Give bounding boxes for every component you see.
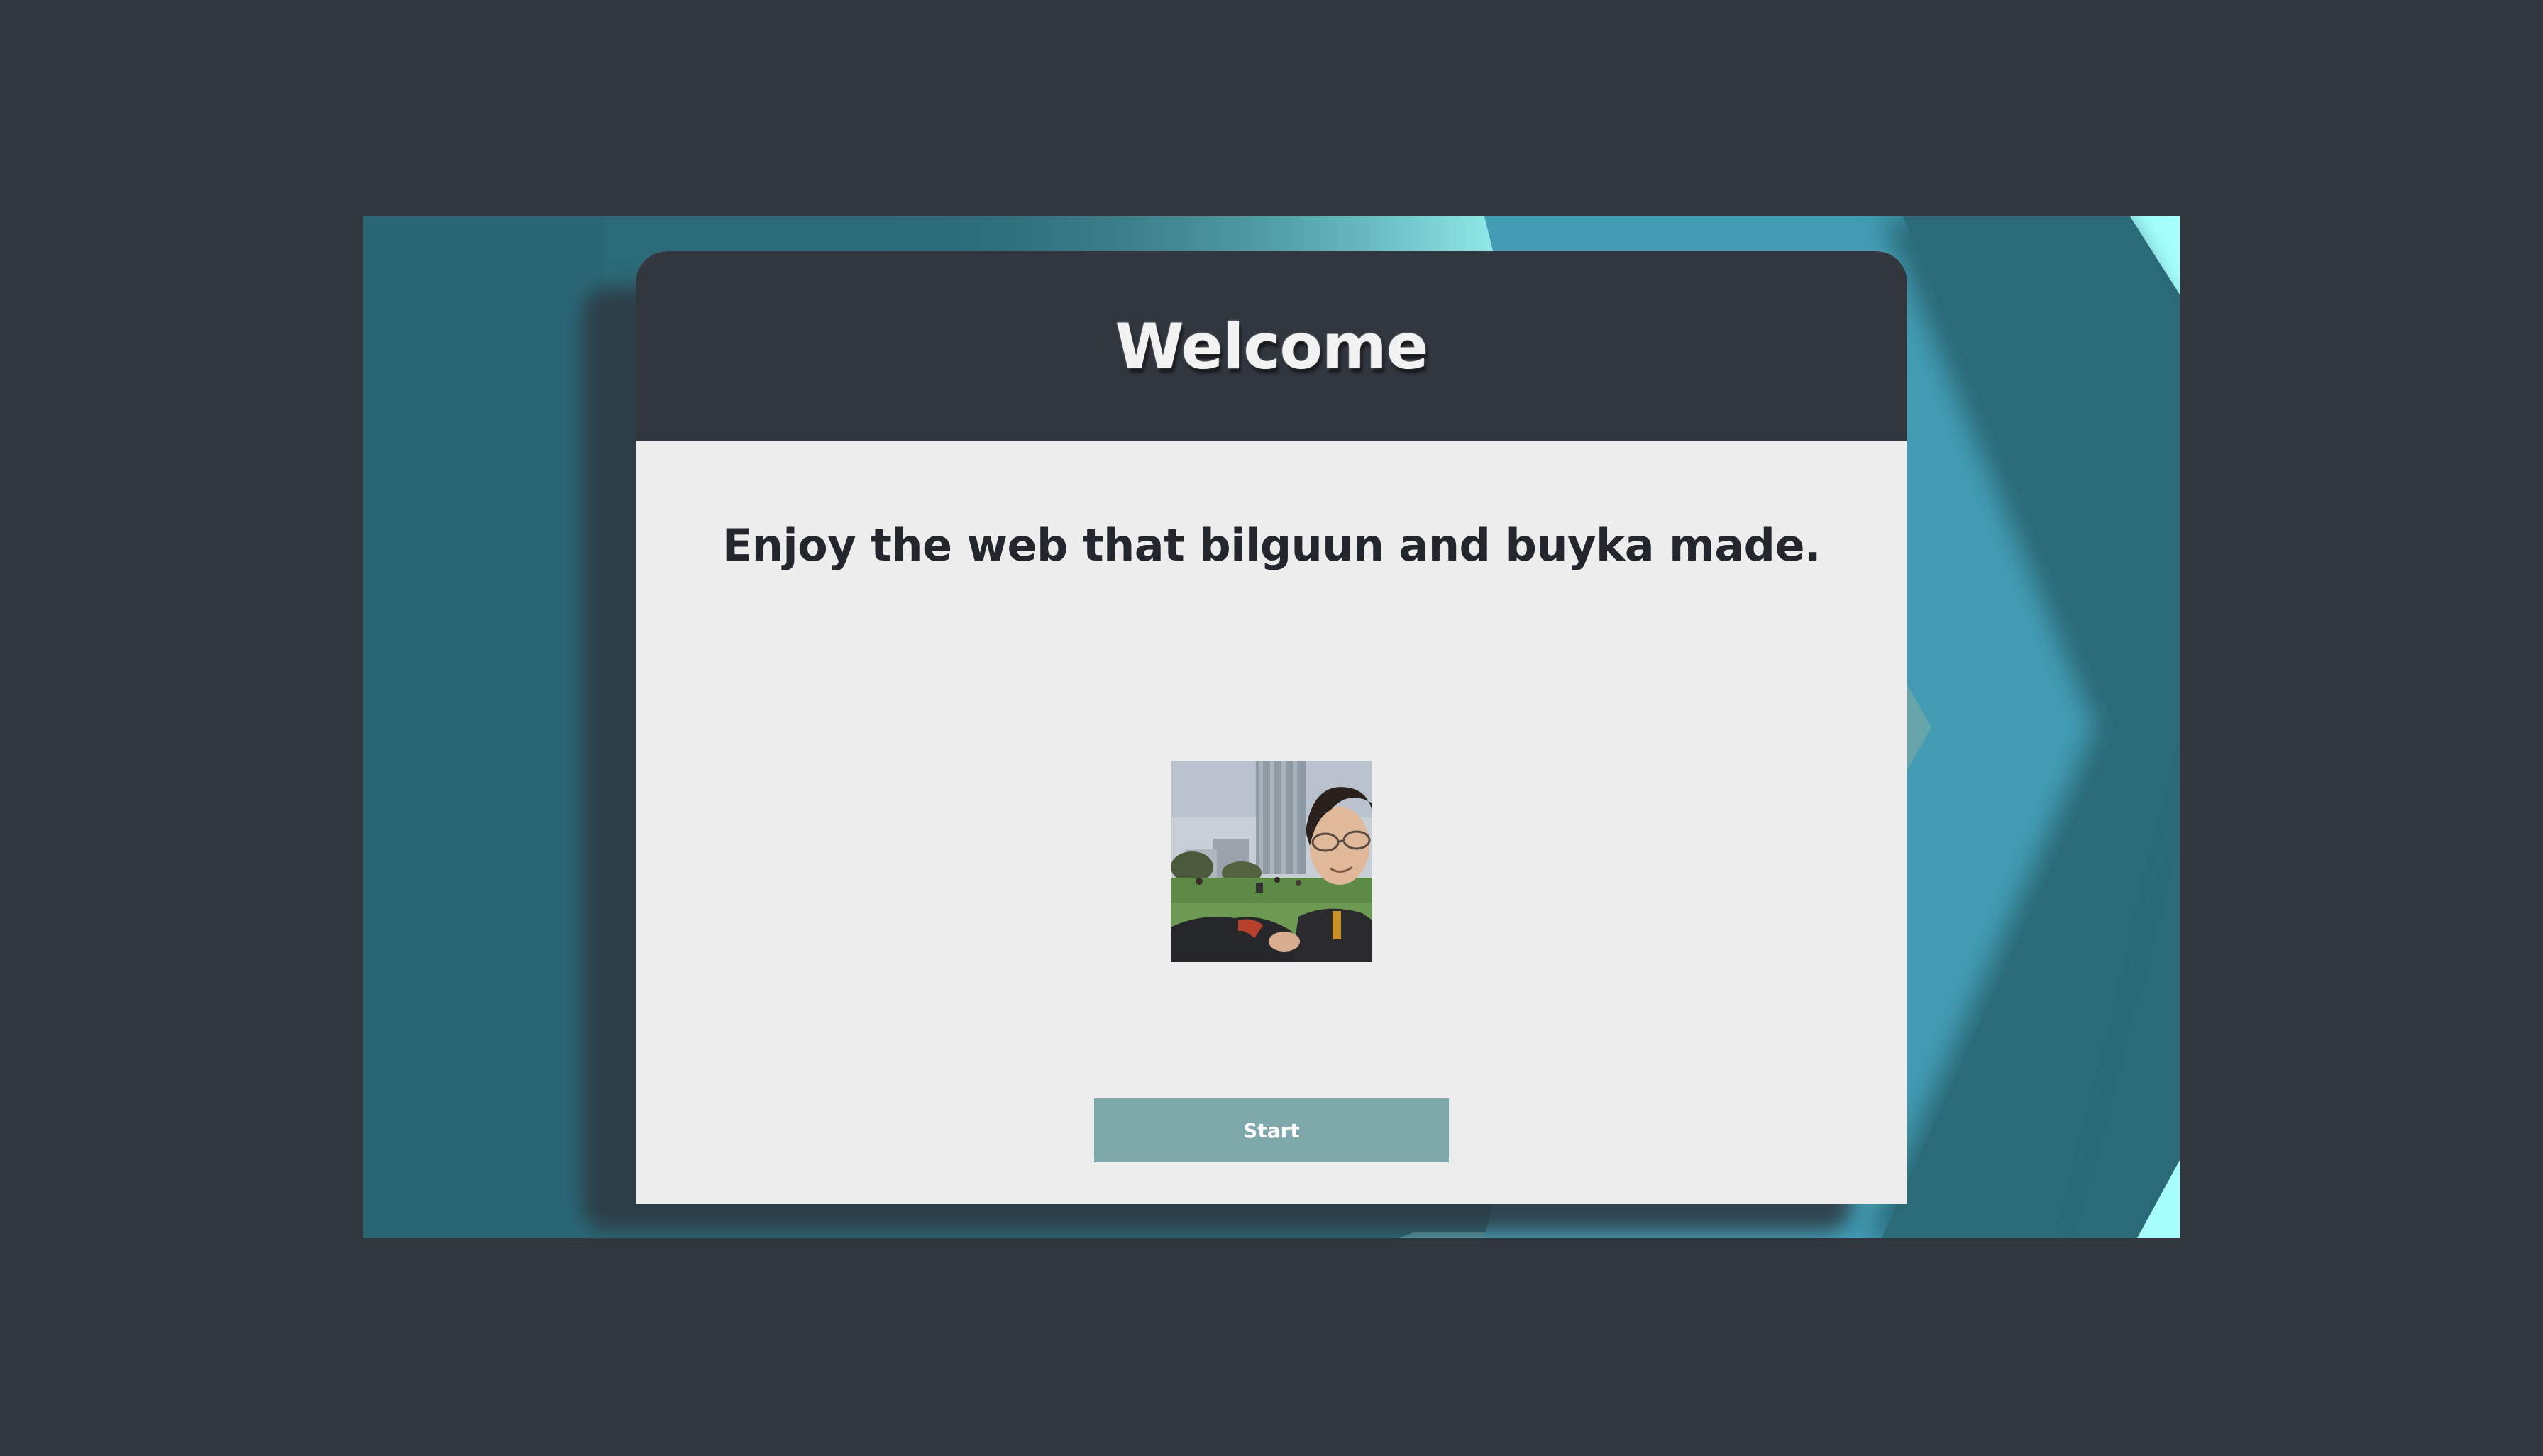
page-title: Welcome — [1115, 309, 1429, 383]
profile-photo-graphic — [1171, 761, 1372, 962]
card-body: Enjoy the web that bilguun and buyka mad… — [636, 441, 1907, 1204]
tagline: Enjoy the web that bilguun and buyka mad… — [722, 519, 1821, 571]
page: Welcome Enjoy the web that bilguun and b… — [0, 0, 2543, 1456]
start-button[interactable]: Start — [1094, 1098, 1449, 1162]
profile-photo — [1171, 761, 1372, 962]
welcome-card: Welcome Enjoy the web that bilguun and b… — [636, 251, 1907, 1204]
card-header: Welcome — [636, 251, 1907, 441]
